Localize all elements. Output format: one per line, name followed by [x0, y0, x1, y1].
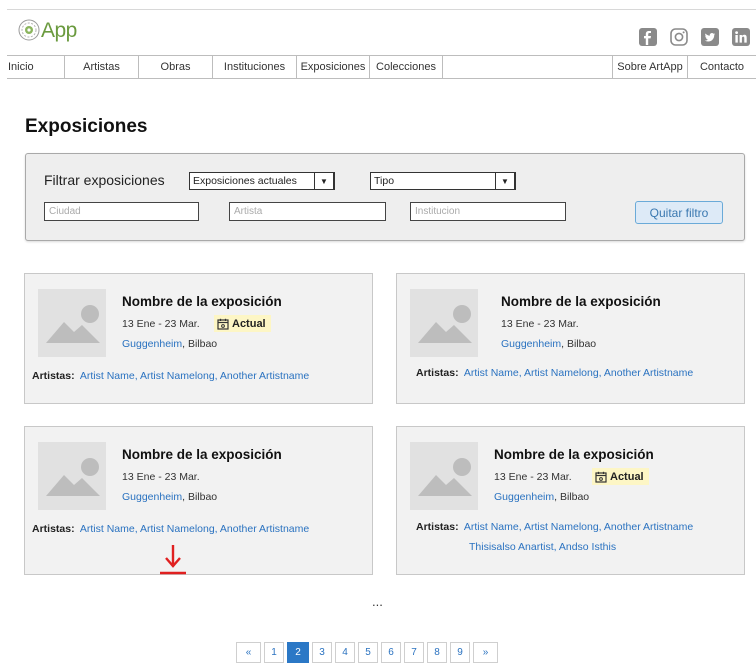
nav-item-inicio[interactable]: Inicio	[7, 56, 65, 78]
exhibition-title[interactable]: Nombre de la exposición	[122, 447, 282, 462]
filter-panel: Filtrar exposiciones Exposiciones actual…	[25, 153, 745, 241]
status-badge-label: Actual	[610, 470, 644, 483]
period-select[interactable]: Exposiciones actuales ▼	[189, 172, 335, 190]
nav-item-obras[interactable]: Obras	[139, 56, 213, 78]
social-links	[638, 27, 750, 46]
pagination-page[interactable]: 3	[312, 642, 332, 663]
exhibition-title[interactable]: Nombre de la exposición	[501, 294, 661, 309]
calendar-icon	[217, 318, 229, 330]
twitter-icon[interactable]	[700, 27, 719, 46]
pagination: « 1 2 3 4 5 6 7 8 9 »	[236, 642, 498, 663]
exhibition-dates: 13 Ene - 23 Mar.	[122, 318, 200, 330]
artists-label: Artistas:	[32, 370, 75, 382]
facebook-icon[interactable]	[638, 27, 657, 46]
pagination-page[interactable]: 7	[404, 642, 424, 663]
linkedin-icon[interactable]	[731, 27, 750, 46]
artapp-logo[interactable]: App	[18, 19, 77, 41]
pagination-page-current[interactable]: 2	[287, 642, 309, 663]
pagination-next[interactable]: »	[473, 642, 498, 663]
artists-links[interactable]: Artist Name, Artist Namelong, Another Ar…	[464, 367, 693, 379]
venue-link[interactable]: Guggenheim	[122, 338, 182, 350]
chevron-down-icon: ▼	[495, 172, 515, 190]
exhibition-card[interactable]: Nombre de la exposición 13 Ene - 23 Mar.…	[24, 273, 373, 404]
city-input[interactable]: Ciudad	[44, 202, 199, 221]
exhibition-card[interactable]: Nombre de la exposición 13 Ene - 23 Mar.…	[396, 273, 745, 404]
calendar-icon	[595, 471, 607, 483]
type-select[interactable]: Tipo ▼	[370, 172, 516, 190]
pagination-page[interactable]: 5	[358, 642, 378, 663]
exhibition-title[interactable]: Nombre de la exposición	[122, 294, 282, 309]
artist-input[interactable]: Artista	[229, 202, 386, 221]
nav-item-colecciones[interactable]: Colecciones	[370, 56, 443, 78]
artists-label: Artistas:	[32, 523, 75, 535]
exhibition-artists: Artistas: Artist Name, Artist Namelong, …	[32, 370, 309, 382]
type-select-value: Tipo	[374, 175, 395, 187]
pagination-page[interactable]: 9	[450, 642, 470, 663]
more-indicator: ...	[372, 594, 383, 609]
exhibition-venue: Guggenheim, Bilbao	[122, 338, 217, 350]
image-placeholder-icon	[410, 442, 478, 510]
exhibition-dates: 13 Ene - 23 Mar.	[122, 471, 200, 483]
venue-city: , Bilbao	[182, 491, 218, 503]
nav-spacer	[443, 56, 613, 78]
pagination-page[interactable]: 6	[381, 642, 401, 663]
pagination-prev[interactable]: «	[236, 642, 261, 663]
exhibition-venue: Guggenheim, Bilbao	[501, 338, 596, 350]
filter-title: Filtrar exposiciones	[44, 172, 165, 188]
logo-wordmark-text: App	[41, 18, 77, 42]
status-badge: Actual	[592, 468, 649, 485]
page-title: Exposiciones	[25, 116, 148, 137]
chevron-down-icon: ▼	[314, 172, 334, 190]
exhibition-venue: Guggenheim, Bilbao	[494, 491, 589, 503]
exhibition-dates: 13 Ene - 23 Mar.	[501, 318, 579, 330]
exhibition-artists: Artistas: Artist Name, Artist Namelong, …	[416, 367, 693, 379]
exhibition-card[interactable]: Nombre de la exposición 13 Ene - 23 Mar.…	[24, 426, 373, 575]
venue-link[interactable]: Guggenheim	[122, 491, 182, 503]
pagination-page[interactable]: 1	[264, 642, 284, 663]
clear-filter-button[interactable]: Quitar filtro	[635, 201, 723, 224]
nav-item-contacto[interactable]: Contacto	[688, 56, 756, 78]
instagram-icon[interactable]	[669, 27, 688, 46]
period-select-value: Exposiciones actuales	[193, 175, 297, 187]
venue-city: , Bilbao	[554, 491, 590, 503]
image-placeholder-icon	[38, 289, 106, 357]
exhibition-card[interactable]: Nombre de la exposición 13 Ene - 23 Mar.…	[396, 426, 745, 575]
venue-city: , Bilbao	[561, 338, 597, 350]
artists-label: Artistas:	[416, 521, 459, 533]
exhibition-title[interactable]: Nombre de la exposición	[494, 447, 654, 462]
nav-item-sobre-artapp[interactable]: Sobre ArtApp	[613, 56, 688, 78]
nav-item-instituciones[interactable]: Instituciones	[213, 56, 297, 78]
venue-link[interactable]: Guggenheim	[501, 338, 561, 350]
logo-emblem-icon	[18, 19, 40, 41]
venue-city: , Bilbao	[182, 338, 218, 350]
exhibition-dates: 13 Ene - 23 Mar.	[494, 471, 572, 483]
logo-wordmark: App	[41, 20, 77, 41]
artists-links-more[interactable]: Thisisalso Anartist, Andso Isthis	[469, 541, 616, 553]
venue-link[interactable]: Guggenheim	[494, 491, 554, 503]
artists-links[interactable]: Artist Name, Artist Namelong, Another Ar…	[80, 523, 309, 535]
pagination-page[interactable]: 8	[427, 642, 447, 663]
status-badge: Actual	[214, 315, 271, 332]
image-placeholder-icon	[38, 442, 106, 510]
institution-input[interactable]: Institucion	[410, 202, 566, 221]
artists-links[interactable]: Artist Name, Artist Namelong, Another Ar…	[80, 370, 309, 382]
exhibition-venue: Guggenheim, Bilbao	[122, 491, 217, 503]
image-placeholder-icon	[410, 289, 478, 357]
artists-label: Artistas:	[416, 367, 459, 379]
exhibition-artists: Artistas: Artist Name, Artist Namelong, …	[416, 521, 693, 533]
exhibition-artists: Artistas: Artist Name, Artist Namelong, …	[32, 523, 309, 535]
top-divider	[7, 9, 756, 10]
artists-links[interactable]: Artist Name, Artist Namelong, Another Ar…	[464, 521, 693, 533]
nav-item-artistas[interactable]: Artistas	[65, 56, 139, 78]
main-nav: Inicio Artistas Obras Instituciones Expo…	[7, 55, 756, 79]
status-badge-label: Actual	[232, 317, 266, 330]
nav-item-exposiciones[interactable]: Exposiciones	[297, 56, 370, 78]
arrow-down-annotation-icon	[160, 545, 186, 575]
pagination-page[interactable]: 4	[335, 642, 355, 663]
